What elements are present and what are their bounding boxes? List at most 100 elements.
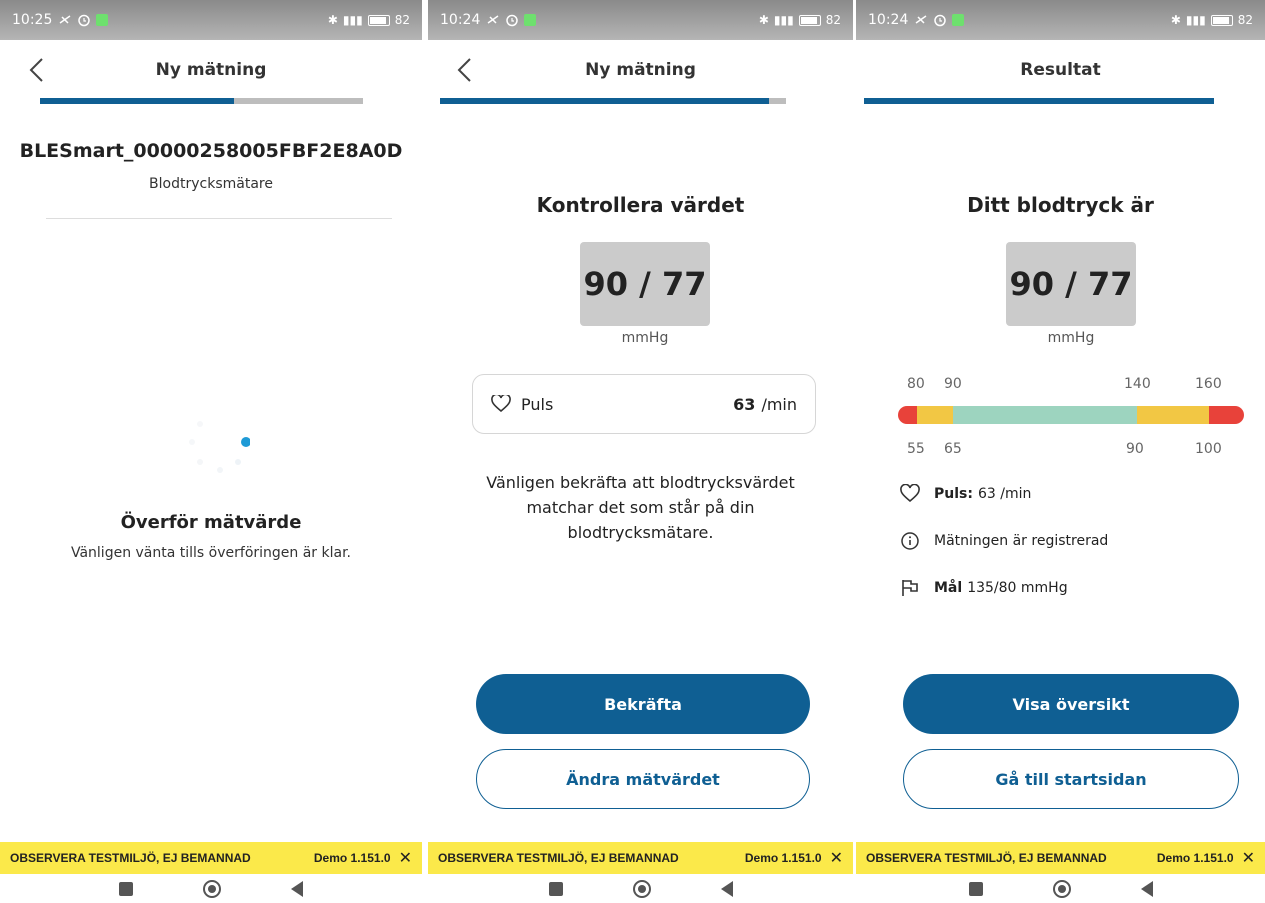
back-button[interactable] [291,880,303,897]
heart-icon [491,395,511,413]
bp-unit: mmHg [621,330,669,346]
back-button[interactable] [1140,880,1153,897]
progress-bar [864,98,1214,104]
banner-text: OBSERVERA TESTMILJÖ, EJ BEMANNAD [10,851,251,865]
app-notification-icon [524,14,537,26]
app-header: Ny mätning [0,50,422,90]
chevron-left-icon[interactable] [22,55,52,85]
bluetooth-icon: ✱ [1170,13,1181,27]
loading-spinner-icon [189,421,250,473]
heart-icon [900,484,920,503]
bluetooth-icon: ✱ [327,13,338,27]
scale-label: 140 [1124,376,1151,392]
scale-segment [1136,406,1210,424]
alarm-icon [934,14,947,27]
status-time: 10:24 [440,12,481,28]
status-bar: 10:24 ✱ ▮▮▮ 82 [428,0,853,40]
screen-confirm: 10:24 ✱ ▮▮▮ 82 Ny mätning Kontrollera vä… [428,0,853,903]
system-nav-bar [0,874,422,903]
progress-bar [40,98,363,104]
signal-icon: ▮▮▮ [1185,13,1206,27]
battery-icon [1210,14,1233,26]
close-icon[interactable]: ✕ [1242,848,1255,868]
status-bar: 10:24 ✱ ▮▮▮ 82 [856,0,1265,40]
transfer-title: Överför mätvärde [120,512,302,533]
scale-label: 160 [1195,376,1222,392]
battery-icon [798,14,821,26]
close-icon[interactable]: ✕ [830,848,843,868]
scale-label: 100 [1195,441,1222,457]
scale-label: 80 [907,376,925,392]
registered-row: Mätningen är registrerad [900,531,1108,551]
recents-button[interactable] [968,881,983,896]
status-time: 10:25 [12,12,53,28]
banner-version: Demo 1.151.0 [744,851,822,865]
screen-transfer: 10:25 ✱ ▮▮▮ 82 Ny mätning BLESmart_00000… [0,0,422,903]
status-icons [486,13,537,27]
transfer-subtitle: Vänligen vänta tills överföringen är kla… [70,545,352,561]
registered-text: Mätningen är registrerad [934,533,1109,549]
bluetooth-icon: ✱ [758,13,769,27]
confirm-message: Vänligen bekräfta att blodtrycksvärdet m… [486,473,795,542]
pulse-label: Puls [521,394,554,414]
mute-icon [59,15,71,24]
alarm-icon [78,14,91,27]
mute-icon [487,15,499,24]
status-right: ✱ ▮▮▮ 82 [328,13,410,27]
progress-fill [864,98,1214,104]
app-header: Ny mätning [428,50,853,90]
result-heading: Ditt blodtryck är [967,193,1154,217]
home-button[interactable] [203,879,221,898]
confirm-heading: Kontrollera värdet [536,193,745,217]
status-icons [58,13,109,27]
recents-button[interactable] [119,881,133,896]
divider [46,218,392,219]
recents-button[interactable] [548,881,563,896]
scale-label: 65 [944,441,962,457]
status-right: ✱ ▮▮▮ 82 [759,13,841,27]
test-env-banner: OBSERVERA TESTMILJÖ, EJ BEMANNAD Demo 1.… [0,842,422,874]
banner-text: OBSERVERA TESTMILJÖ, EJ BEMANNAD [438,851,679,865]
close-icon[interactable]: ✕ [399,848,412,868]
signal-icon: ▮▮▮ [342,13,363,27]
bp-scale-bar [898,406,1244,424]
confirm-button[interactable]: Bekräfta [476,674,810,734]
home-button[interactable] [632,879,651,898]
status-bar: 10:25 ✱ ▮▮▮ 82 [0,0,422,40]
pulse-label: Puls: [934,486,973,502]
page-title: Ny mätning [585,60,696,80]
banner-version: Demo 1.151.0 [1156,851,1234,865]
home-button[interactable] [1052,879,1071,898]
device-name: BLESmart_00000258005FBF2E8A0D [19,140,403,162]
scale-label: 90 [944,376,962,392]
app-notification-icon [96,14,109,26]
battery-level: 82 [825,13,841,27]
chevron-left-icon[interactable] [450,55,480,85]
screen-result: 10:24 ✱ ▮▮▮ 82 Resultat Ditt blodtryck ä… [856,0,1265,903]
goal-label: Mål [934,580,963,596]
signal-icon: ▮▮▮ [773,13,794,27]
app-header: Resultat [856,50,1265,90]
scale-segment [953,406,1137,424]
system-nav-bar [856,874,1265,903]
test-env-banner: OBSERVERA TESTMILJÖ, EJ BEMANNAD Demo 1.… [428,842,853,874]
pulse-card: Puls 63 /min [472,374,816,434]
bp-value: 90 / 77 [1006,242,1136,326]
bp-unit: mmHg [1047,330,1095,346]
pulse-value: 63 [733,394,756,414]
show-overview-button[interactable]: Visa översikt [903,674,1239,734]
edit-value-button[interactable]: Ändra mätvärdet [476,749,810,809]
info-icon [901,532,919,550]
pulse-unit: /min [761,394,797,414]
progress-fill [40,98,234,104]
page-title: Ny mätning [155,60,267,80]
status-right: ✱ ▮▮▮ 82 [1171,13,1253,27]
scale-segment [1209,406,1244,424]
mute-icon [915,15,927,24]
scale-segment [917,406,954,424]
go-home-button[interactable]: Gå till startsidan [903,749,1239,809]
app-notification-icon [952,14,965,26]
back-button[interactable] [720,880,733,897]
progress-bar [440,98,786,104]
banner-version: Demo 1.151.0 [313,851,391,865]
